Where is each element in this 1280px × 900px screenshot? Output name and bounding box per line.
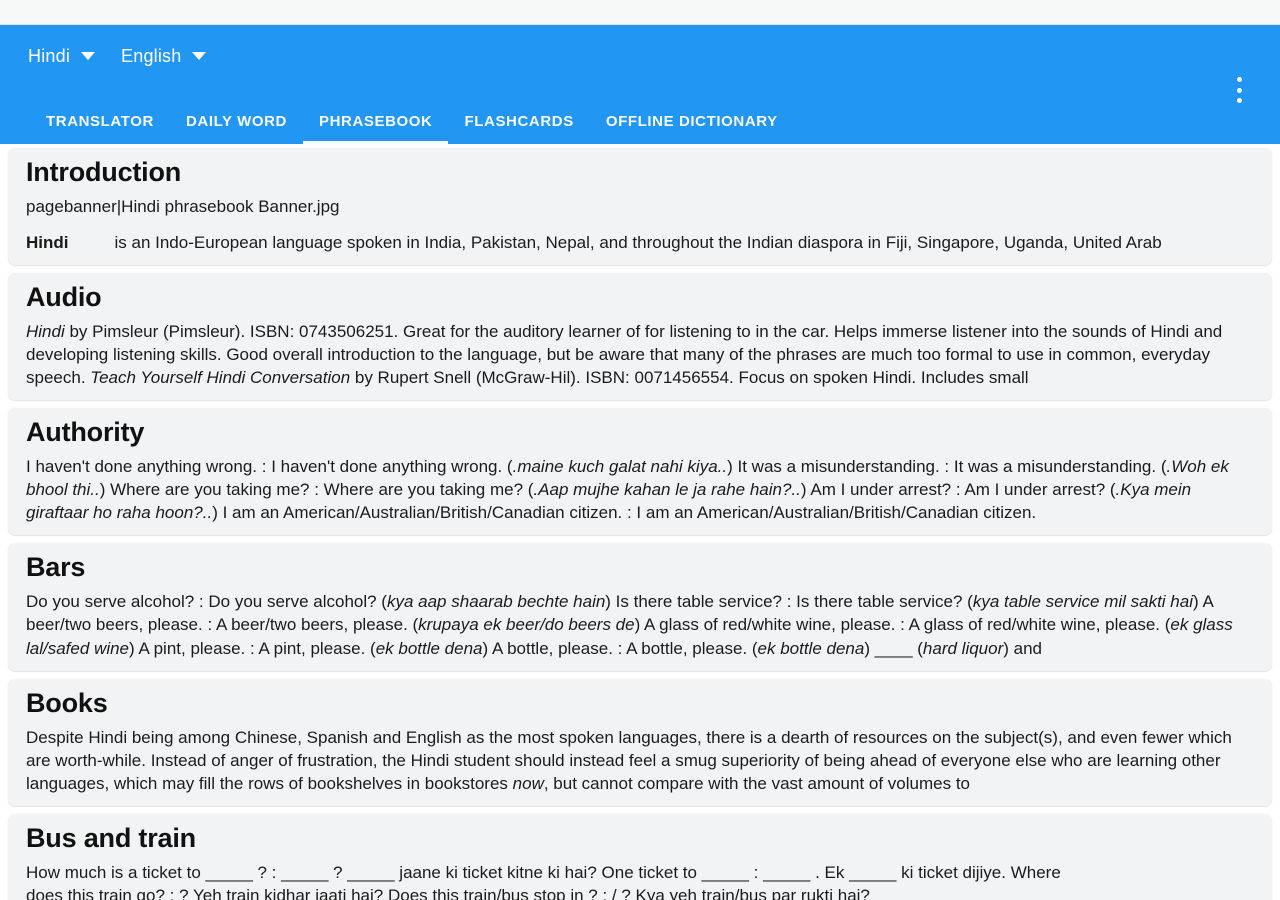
target-language-label: English bbox=[121, 45, 182, 66]
section-body: Despite Hindi being among Chinese, Spani… bbox=[26, 727, 1232, 793]
phrasebook-list[interactable]: Introduction pagebanner|Hindi phrasebook… bbox=[0, 144, 1280, 900]
app-bar: Hindi English TRANSLATOR DAILY WORD PHRA… bbox=[0, 25, 1280, 144]
section-title: Bus and train bbox=[26, 822, 196, 853]
tab-bar: TRANSLATOR DAILY WORD PHRASEBOOK FLASHCA… bbox=[0, 87, 1280, 144]
intro-lead-term: Hindi bbox=[26, 232, 69, 252]
section-title: Audio bbox=[26, 282, 102, 313]
section-body: How much is a ticket to _____ ? : _____ … bbox=[26, 861, 1258, 900]
section-title: Books bbox=[26, 687, 108, 718]
dot bbox=[1236, 98, 1242, 103]
phrasebook-section-authority[interactable]: Authority I haven't done anything wrong.… bbox=[8, 408, 1272, 536]
source-language-selector[interactable]: Hindi bbox=[28, 45, 96, 67]
banner-reference: pagebanner|Hindi phrasebook Banner.jpg bbox=[26, 196, 340, 216]
tab-flashcards[interactable]: FLASHCARDS bbox=[448, 113, 589, 144]
intro-lead-text: is an Indo-European language spoken in I… bbox=[114, 232, 1162, 252]
section-title: Introduction bbox=[26, 157, 182, 187]
chevron-down-icon bbox=[81, 52, 96, 60]
phrasebook-section-audio[interactable]: Audio Hindi by Pimsleur (Pimsleur). ISBN… bbox=[8, 273, 1272, 401]
target-language-selector[interactable]: English bbox=[121, 45, 207, 67]
tab-phrasebook[interactable]: PHRASEBOOK bbox=[302, 113, 449, 144]
dot bbox=[1236, 87, 1242, 93]
tab-translator[interactable]: TRANSLATOR bbox=[30, 113, 170, 144]
section-title: Authority bbox=[26, 417, 145, 448]
system-status-bar bbox=[0, 0, 1280, 25]
section-body: I haven't done anything wrong. : I haven… bbox=[26, 457, 1229, 523]
section-body: pagebanner|Hindi phrasebook Banner.jpg H… bbox=[26, 195, 1258, 254]
dot bbox=[1236, 77, 1242, 82]
source-language-label: Hindi bbox=[28, 45, 71, 66]
tab-daily-word[interactable]: DAILY WORD bbox=[170, 113, 303, 144]
bus-line-2: does this train go? : ? Yeh train kidhar… bbox=[26, 885, 870, 900]
tab-offline-dictionary[interactable]: OFFLINE DICTIONARY bbox=[590, 113, 794, 144]
section-title: Bars bbox=[26, 552, 86, 583]
section-body: Do you serve alcohol? : Do you serve alc… bbox=[26, 592, 1233, 658]
phrasebook-section-introduction[interactable]: Introduction pagebanner|Hindi phrasebook… bbox=[8, 148, 1272, 266]
chevron-down-icon bbox=[192, 52, 207, 60]
bus-line-1: How much is a ticket to _____ ? : _____ … bbox=[26, 862, 1061, 882]
phrasebook-section-bars[interactable]: Bars Do you serve alcohol? : Do you serv… bbox=[8, 543, 1272, 671]
intro-paragraph: Hindi is an Indo-European language spoken… bbox=[26, 231, 1258, 254]
phrasebook-section-bus-and-train[interactable]: Bus and train How much is a ticket to __… bbox=[8, 813, 1272, 900]
more-vert-icon[interactable] bbox=[1226, 75, 1252, 105]
phrasebook-section-books[interactable]: Books Despite Hindi being among Chinese,… bbox=[8, 678, 1272, 806]
section-body: Hindi by Pimsleur (Pimsleur). ISBN: 0743… bbox=[26, 321, 1223, 388]
language-selector-row: Hindi English bbox=[0, 25, 1280, 87]
